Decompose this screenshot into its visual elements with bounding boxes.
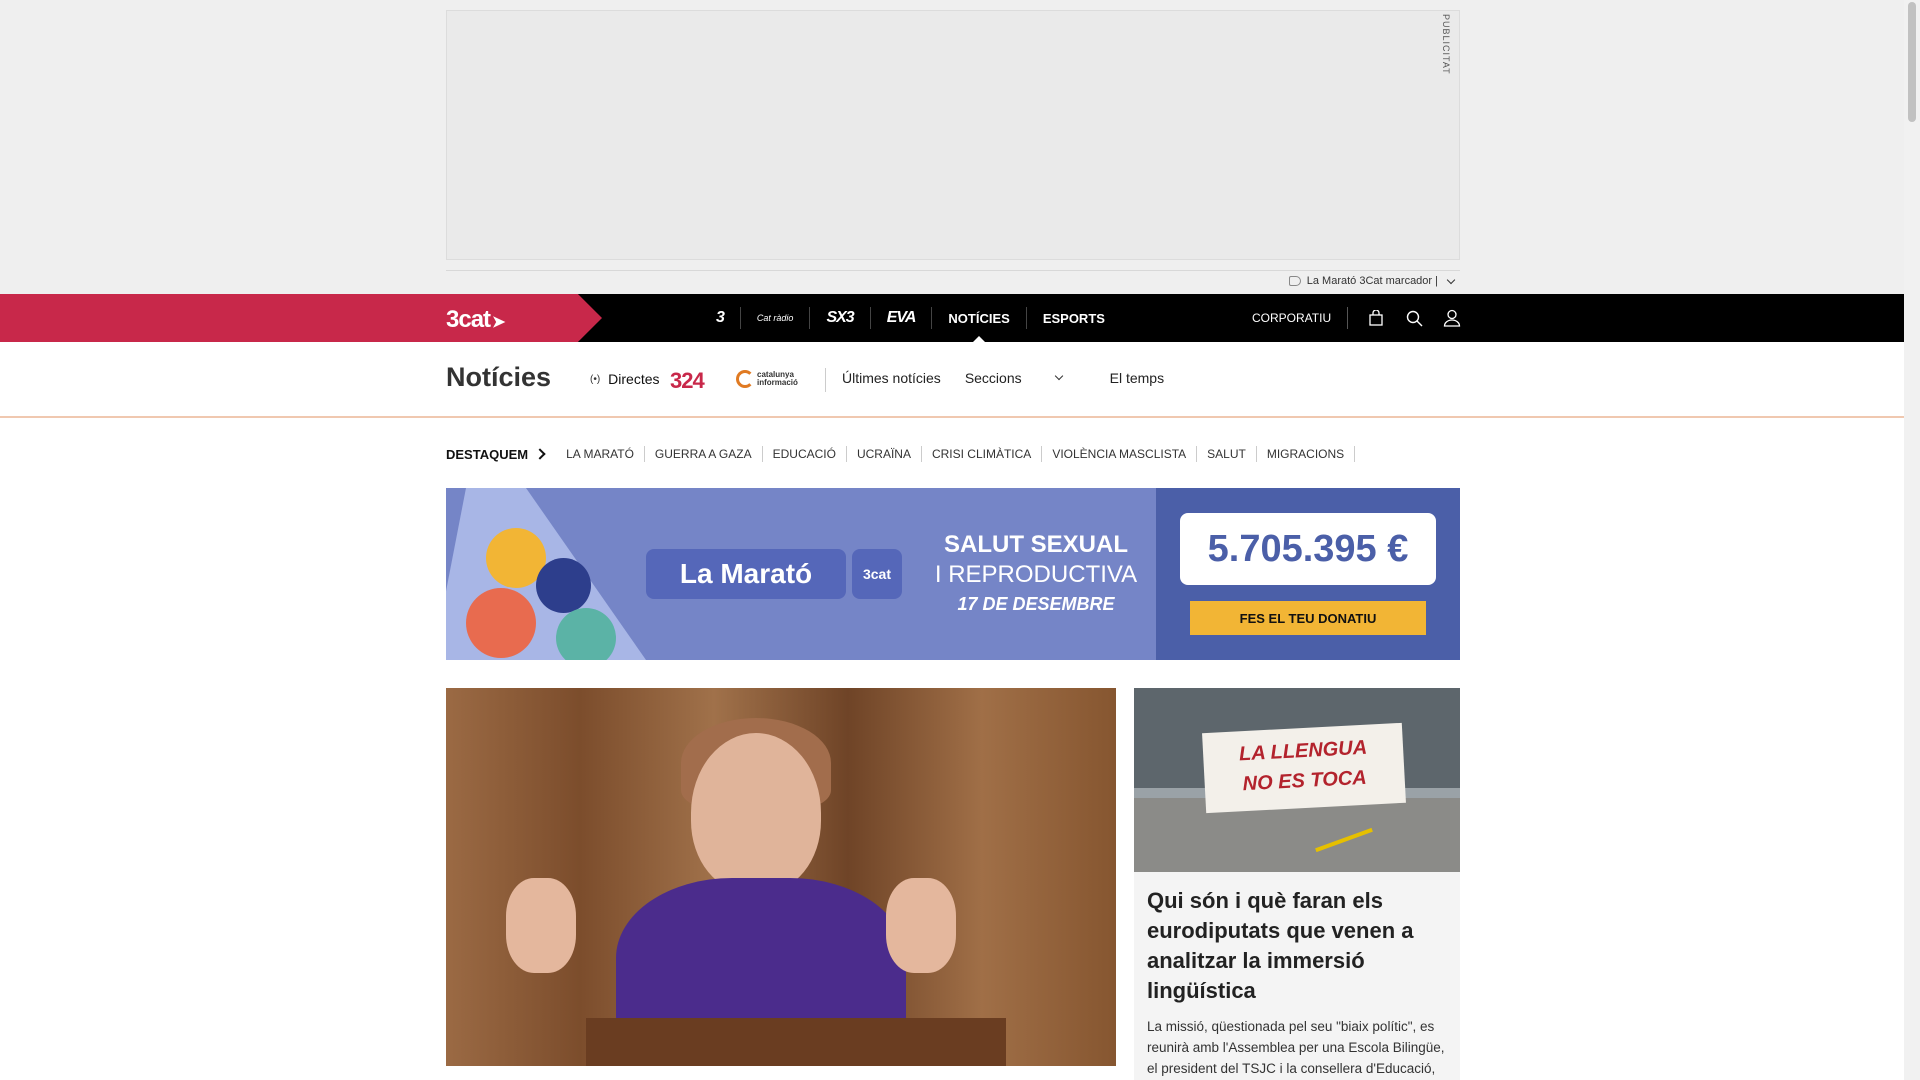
section-divider [825,368,826,392]
channel-label: NOTÍCIES [948,310,1010,326]
ad-zone: PUBLICITAT La Marató 3Cat marcador | [0,0,1904,294]
ultimes-noticies-link[interactable]: Últimes notícies [842,370,941,386]
photo-subject-hand [506,878,576,973]
chevron-right-icon [534,448,546,460]
side-article-title[interactable]: Qui són i què faran els eurodiputats que… [1147,886,1447,1006]
destaquem-item[interactable]: CRISI CLIMÀTICA [922,446,1043,462]
channel-sx3-logo[interactable]: SX3 [810,307,871,329]
destaquem-bar: DESTAQUEM LA MARATÓ GUERRA A GAZA EDUCAC… [446,446,1356,462]
page-title[interactable]: Notícies [446,362,551,393]
ad-slot[interactable] [446,10,1460,260]
324-logo[interactable]: 324 [670,368,705,394]
marcador-label: La Marató 3Cat marcador | [1306,275,1438,287]
section-links: Últimes notícies Seccions El temps [842,370,1188,386]
photo-pavement [1134,798,1460,872]
donation-amount: 5.705.395 € [1180,513,1436,585]
channel-label: SX3 [826,309,854,326]
side-article-summary: La missió, qüestionada pel seu "biaix po… [1147,1019,1445,1076]
destaquem-item[interactable]: SALUT [1197,446,1257,462]
side-article-card[interactable]: LA LLENGUA NO ES TOCA Qui són i què fara… [1134,688,1460,1080]
directes-link[interactable]: (•) Directes [590,371,660,387]
ad-label: PUBLICITAT [1441,14,1451,75]
destaquem-item[interactable]: GUERRA A GAZA [645,446,763,462]
ci-circle-icon [736,370,754,388]
section-underline [0,416,1904,418]
live-broadcast-icon: (•) [590,373,601,385]
3cat-logo[interactable]: 3cat ➤ [446,306,505,334]
photo-subject-hand [886,878,956,973]
ad-subbar: La Marató 3Cat marcador | [446,270,1460,294]
side-article-photo[interactable]: LA LLENGUA NO ES TOCA [1134,688,1460,872]
324-label: 324 [670,368,705,393]
channel-noticies[interactable]: NOTÍCIES [932,307,1027,342]
main-article-photo[interactable] [446,688,1116,1066]
chevron-down-icon [1446,275,1456,284]
slogan-line: SALUT SEXUAL [943,531,1128,558]
photo-subject-face [691,733,821,893]
marato-3cat-logo: 3cat [852,549,902,599]
page-scrollbar[interactable] [1904,0,1920,1080]
ci-line: informació [757,378,798,387]
right-nav: CORPORATIU [1252,294,1462,342]
brand-block [0,294,602,342]
channel-label: 3 [716,309,725,326]
ci-wordmark: catalunya informació [757,371,798,387]
scrollbar-thumb[interactable] [1908,2,1916,122]
marato-marcador[interactable]: La Marató 3Cat marcador | [1288,275,1456,287]
destaquem-item[interactable]: LA MARATÓ [556,446,645,462]
destaquem-label: DESTAQUEM [446,446,529,462]
top-navigation: 3cat ➤ 3 Cat ràdio SX3 EVA NOTÍCIES ESPOR… [0,294,1904,342]
marato-logo: La Marató [646,549,846,599]
user-icon[interactable] [1442,308,1462,328]
search-icon[interactable] [1404,308,1424,328]
shop-bag-icon[interactable] [1366,308,1386,328]
banner-slogan: SALUT SEXUAL I REPRODUCTIVA [926,530,1146,590]
seccions-label: Seccions [964,370,1022,386]
section-header: Notícies (•) Directes 324 catalunya info… [0,342,1904,418]
channel-label: Cat ràdio [756,313,794,323]
play-arrow-icon: ➤ [492,314,505,331]
catalunya-informacio-logo[interactable]: catalunya informació [736,370,798,388]
slogan-line: I REPRODUCTIVA [934,561,1138,588]
destaquem-item[interactable]: UCRAÏNA [847,446,922,462]
el-temps-link[interactable]: El temps [1110,370,1164,386]
illustration-figure [556,608,616,660]
destaquem-item[interactable]: MIGRACIONS [1257,446,1356,462]
destaquem-item[interactable]: VIOLÈNCIA MASCLISTA [1042,446,1198,462]
chevron-down-icon [1054,371,1063,381]
brand-label: 3cat [446,306,491,333]
marato-banner[interactable]: La Marató 3cat SALUT SEXUAL I REPRODUCTI… [446,488,1460,660]
channel-catradio-logo[interactable]: Cat ràdio [741,307,811,329]
destaquem-item[interactable]: EDUCACIÓ [763,446,847,462]
directes-label: Directes [608,371,660,387]
channel-esports[interactable]: ESPORTS [1027,307,1121,329]
channel-3-logo[interactable]: 3 [700,307,741,329]
channel-label: EVA [886,309,917,326]
tag-icon [1288,276,1301,286]
channel-label: ESPORTS [1042,310,1105,326]
protest-banner: LA LLENGUA NO ES TOCA [1202,722,1406,814]
corporatiu-link[interactable]: CORPORATIU [1252,307,1349,329]
illustration-figure [466,588,536,658]
photo-lectern [586,1018,1006,1066]
donate-button[interactable]: FES EL TEU DONATIU [1190,601,1426,635]
banner-date: 17 DE DESEMBRE [957,594,1115,614]
channel-list: 3 Cat ràdio SX3 EVA NOTÍCIES ESPORTS [700,294,1121,342]
donation-panel: 5.705.395 € FES EL TEU DONATIU [1156,488,1460,660]
seccions-dropdown[interactable]: Seccions [965,370,1086,386]
destaquem-title[interactable]: DESTAQUEM [446,447,552,462]
channel-eva-logo[interactable]: EVA [871,307,933,329]
illustration-figure [536,558,591,613]
